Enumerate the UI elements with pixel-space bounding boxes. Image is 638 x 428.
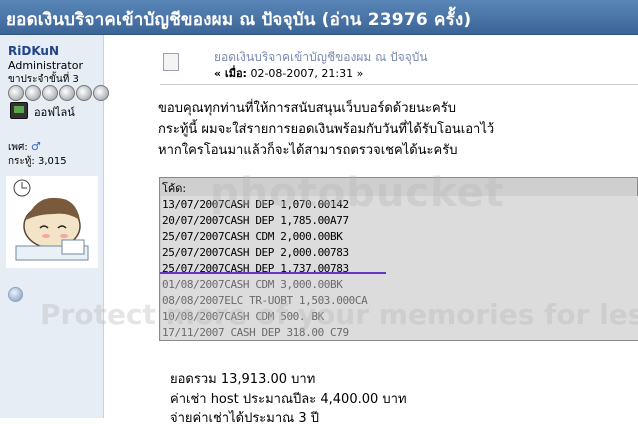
code-line: 25/07/2007CASH DEP 2,000.00783 <box>162 246 349 259</box>
code-line: 08/08/2007ELC TR-UOBT 1,503.000CA <box>162 294 368 307</box>
posts-count: 3,015 <box>37 156 67 167</box>
code-line: 25/07/2007CASH CDM 2,000.00BK <box>162 230 343 243</box>
code-block: โค้ด: 13/07/2007CASH DEP 1,070.00142 20/… <box>159 177 638 341</box>
post-header-divider <box>160 84 638 85</box>
highlight-underline <box>160 272 386 274</box>
post-message-icon <box>163 53 179 71</box>
post-count-row: กระทู้: 3,015 <box>8 154 67 169</box>
post-date-value: 02-08-2007, 21:31 » <box>250 67 364 80</box>
star-icon <box>93 85 109 101</box>
offline-status-icon <box>10 102 28 119</box>
star-icon <box>25 85 41 101</box>
post-date-prefix: « เมื่อ: <box>214 67 247 80</box>
gender-label: เพศ: <box>8 142 28 153</box>
topic-title-bar: ยอดเงินบริจาคเข้าบัญชีของผม ณ ปัจจุบัน (… <box>0 0 638 35</box>
star-icon <box>76 85 92 101</box>
code-content: 13/07/2007CASH DEP 1,070.00142 20/07/200… <box>161 196 638 340</box>
code-line: 01/08/2007CASH CDM 3,000.00BK <box>162 278 343 291</box>
posts-label: กระทู้: <box>8 156 35 167</box>
user-role: Administrator <box>8 59 83 72</box>
male-icon: ♂ <box>30 140 41 153</box>
user-avatar <box>6 176 98 268</box>
online-status-text: ออฟไลน์ <box>34 106 75 119</box>
code-line: 20/07/2007CASH DEP 1,785.00A77 <box>162 214 349 227</box>
username-link[interactable]: RiDKuN <box>8 44 59 58</box>
host-cost: ค่าเช่า host ประมาณปีละ 4,400.00 บาท <box>170 392 407 407</box>
star-icon <box>8 85 24 101</box>
topic-title: ยอดเงินบริจาคเข้าบัญชีของผม ณ ปัจจุบัน (… <box>6 10 472 30</box>
website-globe-icon[interactable] <box>8 287 23 302</box>
total-amount: ยอดรวม 13,913.00 บาท <box>170 372 316 387</box>
star-icon <box>42 85 58 101</box>
code-line: 13/07/2007CASH DEP 1,070.00142 <box>162 198 349 211</box>
code-label: โค้ด: <box>162 182 187 195</box>
gender-row: เพศ: ♂ <box>8 140 41 155</box>
post-body-line: ขอบคุณทุกท่านที่ให้การสนับสนุนเว็บบอร์ดด… <box>158 101 456 116</box>
code-line: 17/11/2007 CASH DEP 318.00 C79 <box>162 326 349 339</box>
post-body-line: กระทู้นี้ ผมจะใส่รายการยอดเงินพร้อมกับวั… <box>158 122 495 137</box>
post-date: « เมื่อ: 02-08-2007, 21:31 » <box>214 64 363 82</box>
post-body-line: หากใครโอนมาแล้วก็จะได้สามารถตรวจเชคได้นะ… <box>158 143 458 158</box>
code-line: 10/08/2007CASH CDM 500. BK <box>162 310 324 323</box>
star-icon <box>59 85 75 101</box>
